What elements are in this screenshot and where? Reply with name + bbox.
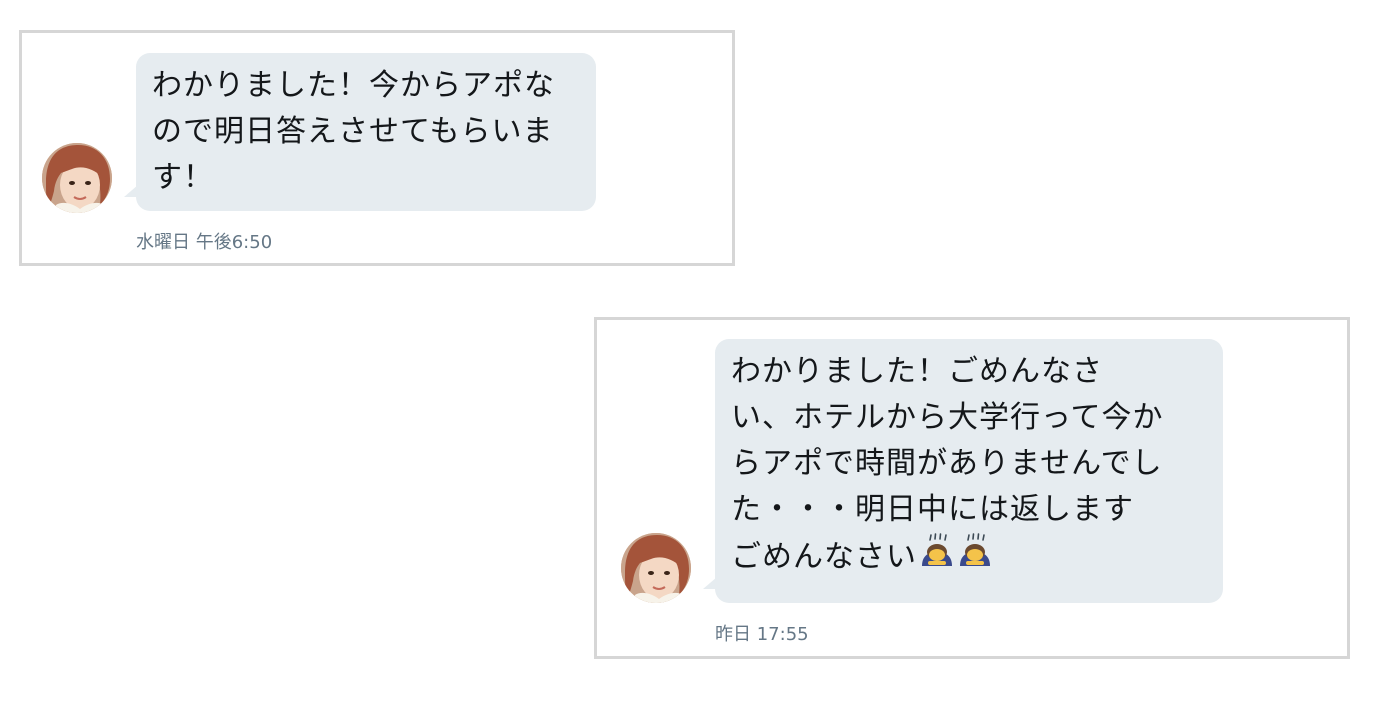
person-bowing-icon — [957, 533, 993, 583]
avatar[interactable] — [621, 533, 691, 603]
message-text-line: らアポで時間がありませんでし — [731, 446, 1163, 481]
message-text-line-with-emoji: ごめんなさい — [731, 533, 1209, 583]
message-card: わかりました！今からアポな ので明日答えさせてもらいま す！ 水曜日 午後6:5… — [19, 30, 735, 266]
message-text-line: わかりました！今からアポな — [152, 68, 555, 103]
message-timestamp: 昨日 17:55 — [715, 624, 809, 645]
message-text-line: す！ — [152, 160, 214, 195]
message-bubble: わかりました！ごめんなさ い、ホテルから大学行って今か らアポで時間がありません… — [703, 339, 1223, 603]
message-text-line: い、ホテルから大学行って今か — [731, 400, 1164, 435]
person-bowing-icon — [919, 533, 955, 583]
message-card: わかりました！ごめんなさ い、ホテルから大学行って今か らアポで時間がありません… — [594, 317, 1350, 659]
message-timestamp: 水曜日 午後6:50 — [136, 232, 273, 253]
message-text-line: た・・・明日中には返します — [731, 492, 1134, 527]
avatar[interactable] — [42, 143, 112, 213]
message-text-line: ごめんなさい — [731, 539, 917, 575]
message-text-line: ので明日答えさせてもらいま — [152, 114, 554, 149]
message-text-line: わかりました！ごめんなさ — [731, 354, 1103, 389]
message-bubble: わかりました！今からアポな ので明日答えさせてもらいま す！ — [124, 53, 596, 211]
